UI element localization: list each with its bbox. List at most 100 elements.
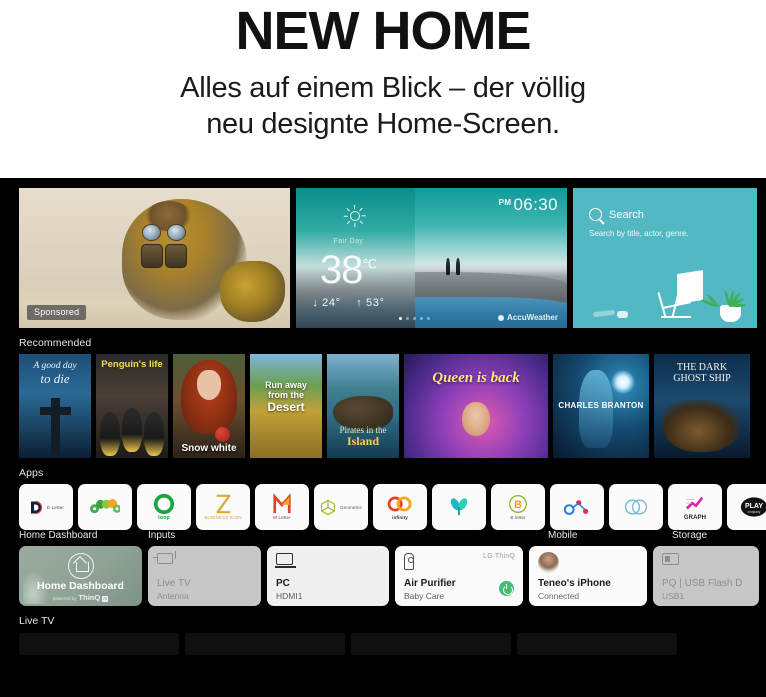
power-toggle-icon[interactable] — [499, 581, 514, 596]
recommended-card[interactable]: CHARLES BRANTON — [553, 354, 649, 458]
dashboard-headings: Home Dashboard Inputs Mobile Storage — [19, 530, 764, 546]
dashboard-heading-storage: Storage — [672, 530, 708, 541]
weather-low: ↓ 24° — [312, 297, 341, 310]
page-title: NEW HOME — [235, 1, 532, 61]
m-letter-icon — [272, 493, 292, 514]
lg-thinq-badge: LG ThinQ — [483, 553, 515, 560]
search-card[interactable]: Search Search by title, actor, genre. — [573, 188, 757, 328]
rec-title-main: Desert — [267, 399, 305, 414]
glow-icon — [611, 370, 635, 394]
dashboard-row: Home Dashboard powered by ThinQ AI Live TV… — [19, 546, 764, 606]
dashboard-heading-mobile: Mobile — [548, 530, 578, 541]
chair-illustration — [657, 269, 705, 318]
app-tile-d-letter[interactable]: D Letter — [19, 484, 73, 530]
z-business-icon — [213, 494, 233, 514]
app-label: BUSINESS ICON — [204, 515, 242, 520]
app-label: M Letter — [273, 515, 291, 520]
rec-title-top: A good day — [33, 361, 77, 371]
thinq-label: ThinQ — [78, 593, 101, 602]
play-icon: PLAY company — [740, 497, 766, 517]
weather-card[interactable]: Fair Day 38℃ ↓ 24° ↑ 53° PM 06:30 AccuWea… — [296, 188, 567, 328]
app-tile-graph[interactable]: GRAPH — [668, 484, 722, 530]
recommended-title: Queen is back — [432, 370, 520, 386]
hero-row: Sponsored Fair Day 38℃ ↓ 24° ↑ 53° PM 06… — [19, 188, 764, 328]
recommended-card[interactable]: Snow white — [173, 354, 245, 458]
thinq-prefix: powered by — [52, 596, 77, 601]
recommended-title: THE DARK GHOST SHIP — [673, 362, 731, 385]
tree-right — [455, 258, 460, 275]
app-tile-loop[interactable]: loop — [137, 484, 191, 530]
recommended-title: A good day to die — [19, 361, 91, 386]
carousel-dots[interactable] — [398, 317, 430, 320]
m-caterpillar-icon — [90, 497, 120, 517]
clock-time: 06:30 — [513, 195, 558, 214]
loop-icon — [153, 493, 175, 514]
app-tile-geometric[interactable]: Geometric — [314, 484, 368, 530]
app-tile-m-caterpillar[interactable] — [78, 484, 132, 530]
dashboard-card-pc[interactable]: PC HDMI1 — [267, 546, 389, 606]
card-subtitle: USB1 — [662, 591, 685, 601]
cross-shape — [39, 397, 71, 454]
dashboard-card-home-dashboard[interactable]: Home Dashboard powered by ThinQ AI — [19, 546, 142, 606]
thinq-ai-badge: AI — [102, 596, 109, 602]
app-tile-play[interactable]: PLAY company — [727, 484, 766, 530]
monitor-icon — [275, 553, 296, 568]
livetv-tile[interactable] — [19, 633, 179, 655]
dashboard-card-live-tv[interactable]: Live TV Antenna — [148, 546, 261, 606]
geometric-cube-icon — [320, 497, 336, 517]
rec-title-main: Island — [346, 434, 380, 449]
app-tile-m-letter[interactable]: M Letter — [255, 484, 309, 530]
card-title: Air Purifier — [404, 578, 456, 589]
app-tile-business-z[interactable]: BUSINESS ICON — [196, 484, 250, 530]
usb-drive-icon — [662, 553, 679, 565]
svg-text:B: B — [514, 499, 522, 511]
app-tile-venn-circles[interactable] — [609, 484, 663, 530]
leaf-sprout-icon — [448, 497, 470, 517]
dashboard-card-usb-storage[interactable]: PQ | USB Flash D USB1 — [653, 546, 759, 606]
dashboard-card-air-purifier[interactable]: LG ThinQ Air Purifier Baby Care — [395, 546, 523, 606]
weather-condition: Fair Day — [333, 238, 364, 246]
app-tile-node-network[interactable] — [550, 484, 604, 530]
livetv-tile[interactable] — [517, 633, 677, 655]
weather-high: ↑ 53° — [356, 297, 385, 310]
thinq-brand: powered by ThinQ AI — [19, 593, 142, 602]
temp-value: 38 — [319, 247, 363, 292]
recommended-row: A good day to die Penguin's life Snow wh… — [19, 354, 764, 458]
livetv-tile[interactable] — [351, 633, 511, 655]
infinity-icon — [387, 494, 413, 514]
livetv-heading: Live TV — [19, 615, 55, 627]
sponsored-banner-card[interactable]: Sponsored — [19, 188, 290, 328]
binocular-left — [140, 244, 163, 268]
search-row[interactable]: Search — [589, 208, 644, 221]
app-label: loop — [158, 514, 170, 521]
recommended-card[interactable]: Run away from the Desert — [250, 354, 322, 458]
card-subtitle: Baby Care — [404, 591, 445, 601]
recommended-card[interactable]: Queen is back — [404, 354, 548, 458]
gear-pack — [219, 260, 285, 323]
app-label: infinity — [392, 515, 408, 520]
dashboard-card-iphone[interactable]: Teneo's iPhone Connected — [529, 546, 647, 606]
card-title: Teneo's iPhone — [538, 578, 611, 589]
recommended-card[interactable]: THE DARK GHOST SHIP — [654, 354, 750, 458]
recommended-card[interactable]: A good day to die — [19, 354, 91, 458]
app-tile-b-letter[interactable]: B B letter — [491, 484, 545, 530]
apps-heading: Apps — [19, 467, 44, 479]
livetv-tile[interactable] — [185, 633, 345, 655]
svg-text:company: company — [748, 510, 761, 514]
card-title: PQ | USB Flash D — [662, 578, 743, 589]
promo-header: NEW HOME Alles auf einem Blick – der völ… — [0, 0, 766, 143]
b-letter-icon: B — [508, 494, 528, 514]
recommended-card[interactable]: Penguin's life — [96, 354, 168, 458]
avatar — [538, 552, 559, 573]
app-label: B letter — [510, 515, 526, 520]
card-subtitle: HDMI1 — [276, 591, 303, 601]
app-tile-infinity[interactable]: infinity — [373, 484, 427, 530]
weather-clock: PM 06:30 — [499, 195, 558, 215]
remote-object-small — [617, 311, 628, 318]
card-subtitle: Antenna — [157, 591, 189, 601]
graph-icon — [684, 494, 706, 514]
remote-object — [592, 309, 616, 318]
app-tile-leaf-sprout[interactable] — [432, 484, 486, 530]
tv-screen: Sponsored Fair Day 38℃ ↓ 24° ↑ 53° PM 06… — [0, 178, 766, 697]
recommended-card[interactable]: Pirates in the Island — [327, 354, 399, 458]
